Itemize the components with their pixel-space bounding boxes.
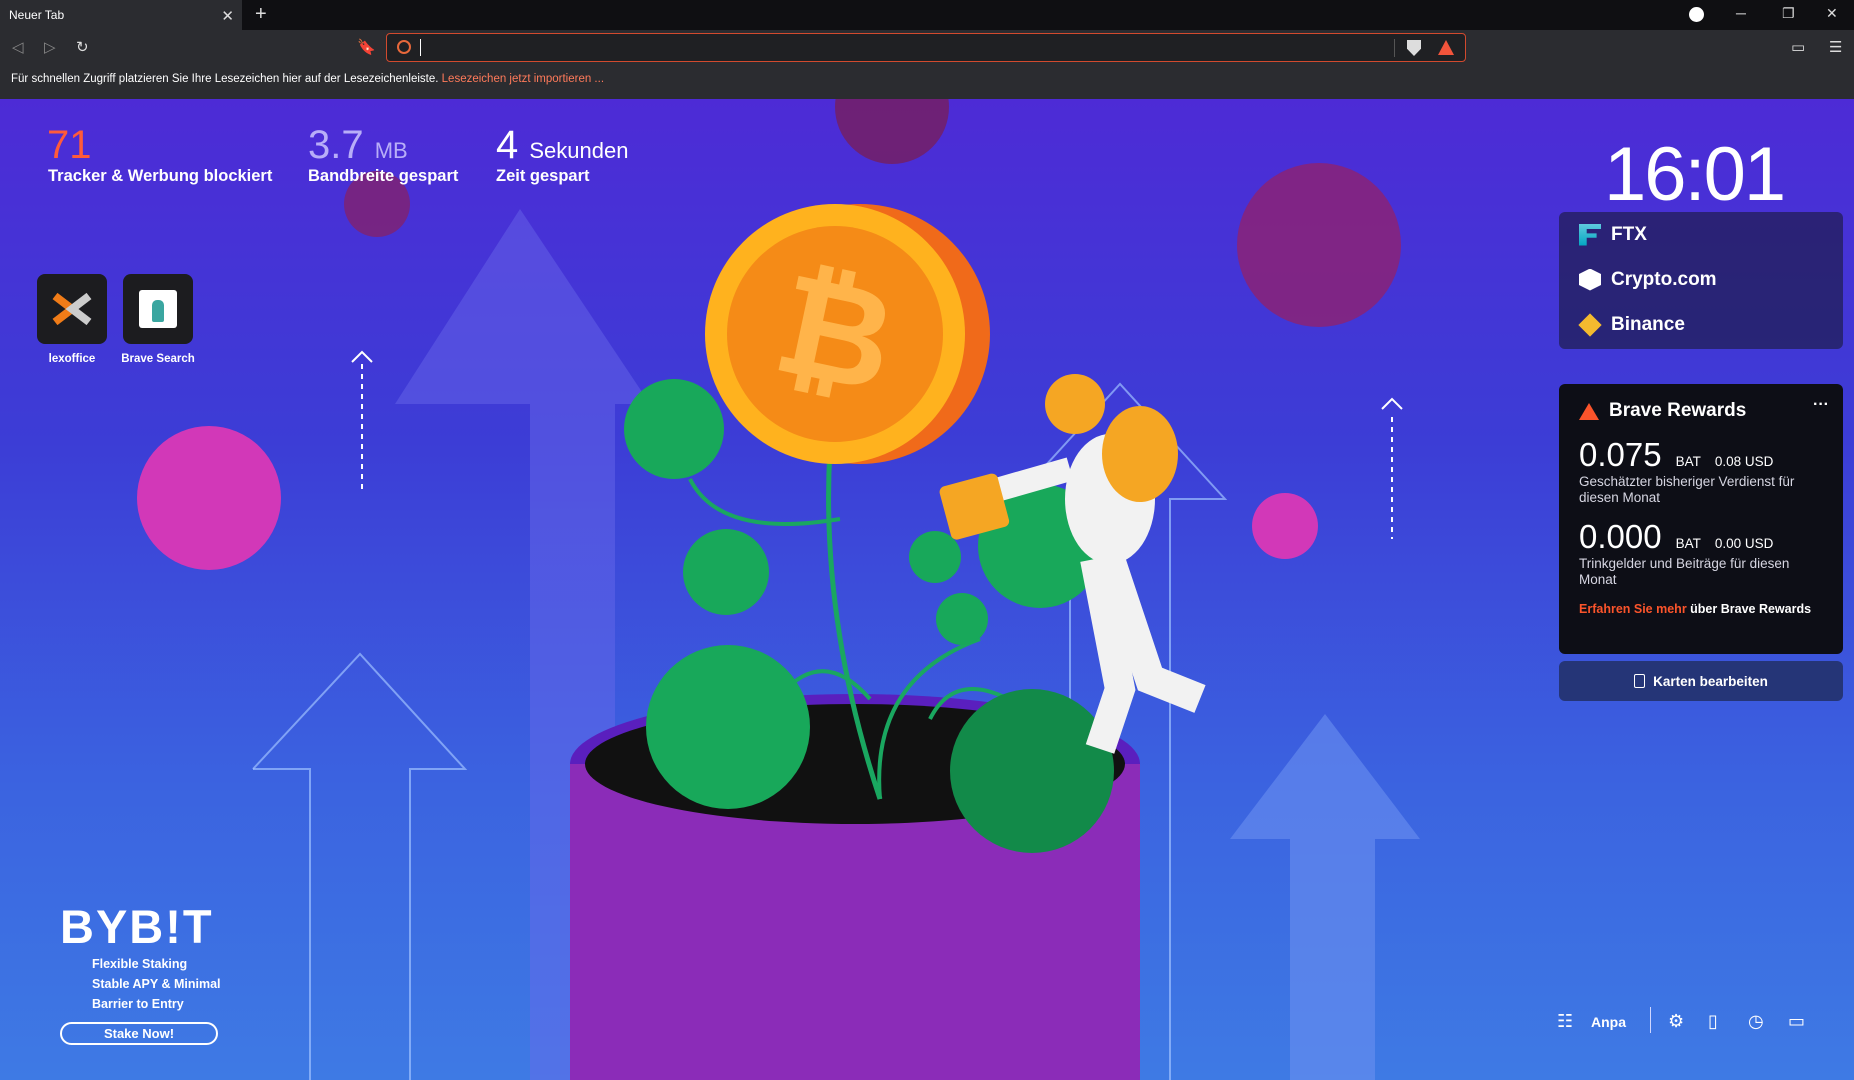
crypto-widget-stack: FTX Crypto.com Binance <box>1559 212 1843 349</box>
bybit-logo: BYB!T <box>60 900 214 953</box>
learn-more-row: Erfahren Sie mehr über Brave Rewards <box>1579 602 1823 616</box>
forward-icon[interactable]: ▷ <box>44 38 56 56</box>
bandwidth-number: 3.7 <box>308 123 364 167</box>
tips-description: Trinkgelder und Beiträge für diesen Mona… <box>1579 556 1790 587</box>
settings-icon[interactable]: ⚙ <box>1668 1011 1688 1031</box>
sponsor-line: Stable APY & Minimal <box>92 977 221 991</box>
bat-icon <box>1579 402 1599 420</box>
tips-usd: 0.00 USD <box>1714 536 1774 551</box>
stake-now-button[interactable]: Stake Now! <box>60 1022 218 1045</box>
binance-icon <box>1578 312 1602 337</box>
earned-description: Geschätzter bisheriger Verdienst für die… <box>1579 474 1795 505</box>
site-info-icon[interactable] <box>397 40 411 54</box>
address-bar[interactable] <box>386 33 1466 62</box>
bandwidth-value: 3.7 MB <box>308 123 408 168</box>
tab-new-tab[interactable]: Neuer Tab ✕ <box>0 0 242 30</box>
minimize-icon[interactable]: ─ <box>1736 5 1746 21</box>
time-unit: Sekunden <box>529 138 629 163</box>
omnibox-divider <box>1394 39 1395 57</box>
bookmarks-bar: Für schnellen Zugriff platzieren Sie Ihr… <box>0 66 1854 99</box>
tips-value: 0.000 <box>1579 518 1662 555</box>
trackers-count: 71 <box>47 123 92 167</box>
tab-title: Neuer Tab <box>9 8 65 22</box>
footer-divider <box>1650 1007 1651 1033</box>
bookmark-icon[interactable]: 🔖 <box>357 38 376 56</box>
earned-usd: 0.08 USD <box>1714 454 1774 469</box>
card-label: Binance <box>1611 313 1685 335</box>
card-crypto-com[interactable]: Crypto.com <box>1559 257 1843 302</box>
clock: 16:01 <box>1604 132 1786 217</box>
card-label: FTX <box>1611 223 1647 245</box>
earned-value: 0.075 <box>1579 436 1662 473</box>
back-icon[interactable]: ◁ <box>12 38 24 56</box>
rewards-title: Brave Rewards <box>1609 400 1747 421</box>
import-bookmarks-link[interactable]: Lesezeichen jetzt importieren ... <box>442 73 604 85</box>
tab-close-icon[interactable]: ✕ <box>221 7 234 25</box>
brave-rewards-card: Brave Rewards ··· 0.075 BAT 0.08 USD Gesch… <box>1559 384 1843 654</box>
time-saved-value: 4 Sekunden <box>496 123 628 168</box>
edit-cards-button[interactable]: Karten bearbeiten <box>1559 661 1843 701</box>
top-site-label: Brave Search <box>121 353 195 365</box>
card-ftx[interactable]: FTX <box>1559 212 1843 257</box>
card-label: Crypto.com <box>1611 268 1717 290</box>
brave-search-icon <box>139 290 177 328</box>
bookmarks-icon[interactable]: ▯ <box>1708 1011 1728 1031</box>
earned-row: 0.075 BAT 0.08 USD <box>1579 436 1823 474</box>
rewards-header: Brave Rewards ··· <box>1579 396 1829 422</box>
sponsor-line: Barrier to Entry <box>92 997 184 1011</box>
earned-bat: BAT <box>1675 454 1701 469</box>
close-window-icon[interactable]: ✕ <box>1826 5 1838 22</box>
reload-icon[interactable]: ↻ <box>76 38 89 56</box>
tips-bat: BAT <box>1675 536 1701 551</box>
edit-cards-label: Karten bearbeiten <box>1653 673 1768 689</box>
tips-row: 0.000 BAT 0.00 USD <box>1579 518 1823 556</box>
top-site-lexoffice[interactable] <box>37 274 107 344</box>
sponsor-line: Flexible Staking <box>92 957 188 971</box>
learn-more-link[interactable]: Erfahren Sie mehr <box>1579 602 1687 616</box>
tab-strip: Neuer Tab ✕ + ─ ❐ ✕ <box>0 0 1854 30</box>
restore-icon[interactable]: ❐ <box>1782 5 1795 22</box>
learn-more-rest: über Brave Rewards <box>1686 602 1812 616</box>
crypto-com-icon <box>1579 268 1601 291</box>
brave-rewards-icon[interactable] <box>1438 40 1454 55</box>
sponsored-bybit[interactable]: BYB!T Flexible Staking Stable APY & Mini… <box>60 899 221 1045</box>
history-icon[interactable]: ◷ <box>1748 1011 1768 1031</box>
bandwidth-label: Bandbreite gespart <box>308 167 459 185</box>
time-number: 4 <box>496 123 519 167</box>
bookmarks-hint: Für schnellen Zugriff platzieren Sie Ihr… <box>11 73 439 85</box>
trackers-label: Tracker & Werbung blockiert <box>48 167 273 185</box>
top-site-brave-search[interactable] <box>123 274 193 344</box>
text-caret <box>420 39 421 56</box>
menu-icon[interactable]: ☰ <box>1829 38 1842 56</box>
edit-cards-icon <box>1634 674 1646 688</box>
new-tab-page: ₿ 71 Tracker & Werbung blockiert 3.7 MB … <box>0 99 1854 1080</box>
toolbar: ◁ ▷ ↻ 🔖 ▭ ☰ <box>0 30 1854 66</box>
card-binance[interactable]: Binance <box>1559 302 1843 347</box>
more-options-icon[interactable]: ··· <box>1813 396 1829 414</box>
time-label: Zeit gespart <box>496 167 590 185</box>
wallet-icon[interactable]: ▭ <box>1791 38 1805 56</box>
customize-label[interactable]: Anpa <box>1591 1014 1626 1030</box>
brave-shields-icon[interactable] <box>1407 40 1421 56</box>
bandwidth-unit: MB <box>374 138 408 163</box>
top-site-label: lexoffice <box>48 353 96 365</box>
customize-icon[interactable]: ☷ <box>1557 1011 1577 1031</box>
new-tab-button[interactable]: + <box>255 3 267 26</box>
ftx-icon <box>1579 223 1601 246</box>
brave-talk-icon[interactable]: ▭ <box>1788 1011 1808 1031</box>
profile-menu-icon[interactable] <box>1689 7 1704 22</box>
lexoffice-icon <box>52 292 92 326</box>
